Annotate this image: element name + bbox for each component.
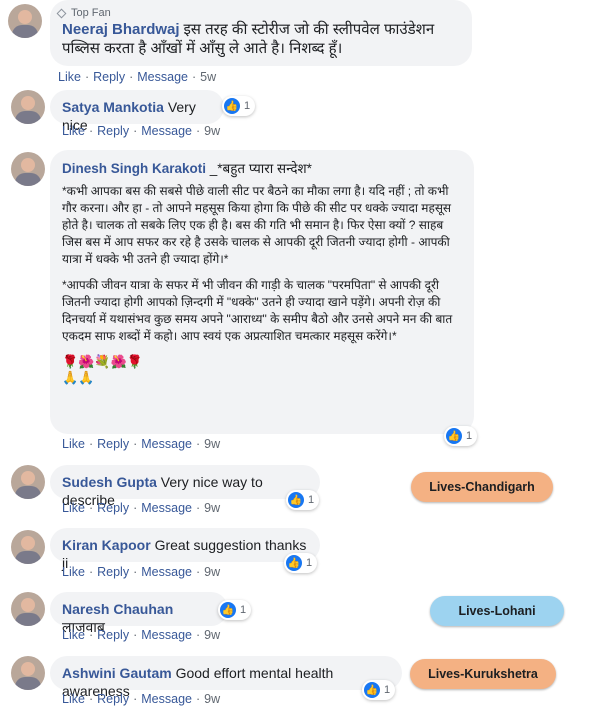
avatar[interactable] [11,152,45,186]
reply-link[interactable]: Reply [97,124,129,138]
comment-bubble: Sudesh Gupta Very nice way to describe [50,465,320,508]
reply-link[interactable]: Reply [97,437,129,451]
like-link[interactable]: Like [62,124,85,138]
comment-bubble: Kiran Kapoor Great suggestion thanks ji [50,528,320,571]
message-link[interactable]: Message [141,124,192,138]
comment-inline-text: _*बहुत प्यारा सन्देश* [209,161,312,176]
reply-link[interactable]: Reply [97,565,129,579]
comment-paragraph: *कभी आपका बस की सबसे पीछे वाली सीट पर बै… [62,184,452,266]
comment-actions: Like · Reply · Message · 9w [62,501,221,515]
comment-author[interactable]: Dinesh Singh Karakoti [62,161,206,176]
comment-actions: Like · Reply · Message · 9w [62,628,221,642]
comment-author[interactable]: Sudesh Gupta [62,474,157,490]
comment-paragraph: *आपकी जीवन यात्रा के सफर में भी जीवन की … [62,278,453,343]
avatar[interactable] [11,656,45,690]
message-link[interactable]: Message [141,692,192,706]
avatar[interactable] [11,465,45,499]
reply-link[interactable]: Reply [97,692,129,706]
timestamp[interactable]: 9w [204,565,220,579]
comment-author[interactable]: Neeraj Bhardwaj [62,21,180,38]
message-link[interactable]: Message [141,628,192,642]
comment-actions: Like · Reply · Message · 5w [58,70,217,84]
comment-bubble: Neeraj Bhardwaj इस तरह की स्टोरीज जो की … [50,0,472,66]
comment-bubble: Naresh Chauhan लाजवाब [50,592,228,635]
comment-actions: Like · Reply · Message · 9w [62,565,221,579]
top-fan-badge: Top Fan [56,7,111,19]
reply-link[interactable]: Reply [97,628,129,642]
message-link[interactable]: Message [141,501,192,515]
thumbs-up-icon: 👍 [224,98,240,114]
thumbs-up-icon: 👍 [220,602,236,618]
thumbs-up-icon: 👍 [446,428,462,444]
thumbs-up-icon: 👍 [364,682,380,698]
reply-link[interactable]: Reply [93,70,125,84]
thumbs-up-icon: 👍 [288,492,304,508]
emoji-line: 🌹🌺💐🌺🌹 [62,354,143,369]
comment-author[interactable]: Ashwini Gautam [62,665,172,681]
reaction-count[interactable]: 👍 1 [284,553,318,573]
message-link[interactable]: Message [141,565,192,579]
timestamp[interactable]: 5w [200,70,216,84]
reaction-count[interactable]: 👍 1 [218,600,252,620]
reaction-count[interactable]: 👍 1 [362,680,396,700]
comment-author[interactable]: Kiran Kapoor [62,537,151,553]
comment-actions: Like · Reply · Message · 9w [62,692,221,706]
location-tag: Lives-Kurukshetra [410,659,556,689]
avatar[interactable] [11,592,45,626]
timestamp[interactable]: 9w [204,692,220,706]
location-tag: Lives-Chandigarh [411,472,553,502]
timestamp[interactable]: 9w [204,437,220,451]
message-link[interactable]: Message [141,437,192,451]
like-link[interactable]: Like [62,628,85,642]
reaction-count[interactable]: 👍 1 [222,96,256,116]
timestamp[interactable]: 9w [204,501,220,515]
like-link[interactable]: Like [62,437,85,451]
like-link[interactable]: Like [62,501,85,515]
comment-bubble: Dinesh Singh Karakoti _*बहुत प्यारा सन्द… [50,150,474,434]
comment-bubble: Satya Mankotia Very nice [50,90,224,133]
avatar[interactable] [11,90,45,124]
reaction-count[interactable]: 👍 1 [286,490,320,510]
location-tag: Lives-Lohani [430,596,564,626]
reaction-count[interactable]: 👍 1 [444,426,478,446]
comment-actions: Like · Reply · Message · 9w [62,124,221,138]
comment-bubble: Ashwini Gautam Good effort mental health… [50,656,402,699]
like-link[interactable]: Like [62,692,85,706]
avatar[interactable] [11,530,45,564]
timestamp[interactable]: 9w [204,124,220,138]
timestamp[interactable]: 9w [204,628,220,642]
message-link[interactable]: Message [137,70,188,84]
diamond-icon [56,8,67,18]
emoji-line: 🙏🙏 [62,370,95,385]
like-link[interactable]: Like [62,565,85,579]
like-link[interactable]: Like [58,70,81,84]
reply-link[interactable]: Reply [97,501,129,515]
comment-author[interactable]: Naresh Chauhan [62,601,173,617]
comment-actions: Like · Reply · Message · 9w [62,437,221,451]
thumbs-up-icon: 👍 [286,555,302,571]
avatar[interactable] [8,4,42,38]
comment-author[interactable]: Satya Mankotia [62,99,164,115]
